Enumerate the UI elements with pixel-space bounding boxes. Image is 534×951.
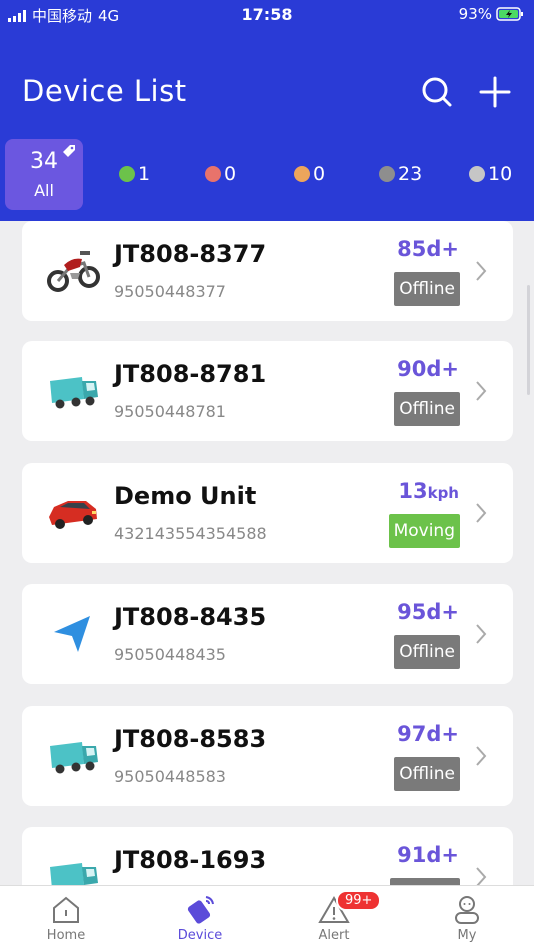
- device-name: JT808-8377: [114, 240, 267, 268]
- status-badge: [390, 878, 460, 885]
- tab-red-count: 0: [224, 163, 237, 185]
- navigation-arrow-icon: [54, 616, 90, 652]
- battery-label: 93%: [458, 5, 492, 23]
- status-filter-tabs: 34 All 1 0 0 23 10: [0, 139, 534, 211]
- device-duration: 97d+: [397, 722, 459, 746]
- device-card[interactable]: JT808-8435 95050448435 95d+ Offline: [22, 584, 513, 684]
- tab-orange-count: 0: [313, 163, 326, 185]
- chevron-right-icon: [476, 624, 487, 644]
- device-card[interactable]: JT808-8781 95050448781 90d+ Offline: [22, 341, 513, 441]
- bottom-nav: Home Device 99+ Alert My: [0, 885, 534, 951]
- device-imei: 95050448435: [114, 645, 226, 664]
- battery-icon: [496, 7, 523, 21]
- device-name: JT808-8435: [114, 603, 267, 631]
- motorcycle-icon: [47, 251, 100, 292]
- device-duration: 91d+: [397, 843, 459, 867]
- nav-alert-label: Alert: [318, 928, 350, 943]
- device-card[interactable]: Demo Unit 432143554354588 13kph Moving: [22, 463, 513, 563]
- status-dot-gray: [379, 166, 395, 182]
- device-imei: 95050448781: [114, 402, 226, 421]
- status-dot-green: [119, 166, 135, 182]
- device-imei: 95050448583: [114, 767, 226, 786]
- nav-home-label: Home: [46, 928, 86, 943]
- nav-home[interactable]: Home: [26, 886, 106, 951]
- alert-count-badge: 99+: [336, 890, 382, 911]
- device-card[interactable]: JT808-8583 95050448583 97d+ Offline: [22, 706, 513, 806]
- device-duration: 85d+: [397, 237, 459, 261]
- device-card[interactable]: JT808-8377 95050448377 85d+ Offline: [22, 221, 513, 321]
- status-badge: Offline: [394, 757, 460, 791]
- chevron-right-icon: [476, 503, 487, 523]
- device-name: JT808-8781: [114, 360, 267, 388]
- truck-icon: [50, 377, 98, 409]
- nav-my[interactable]: My: [427, 886, 507, 951]
- user-icon: [455, 896, 479, 924]
- device-card[interactable]: JT808-1693 91d+: [22, 827, 513, 885]
- status-dot-orange: [294, 166, 310, 182]
- tab-all-label: All: [34, 181, 54, 200]
- device-imei: 432143554354588: [114, 524, 267, 543]
- device-duration: 90d+: [397, 357, 459, 381]
- car-icon: [49, 501, 97, 529]
- chevron-right-icon: [476, 867, 487, 885]
- tab-green-count: 1: [138, 163, 151, 185]
- device-list: JT808-8377 95050448377 85d+ Offline JT80…: [0, 221, 534, 885]
- nav-device[interactable]: Device: [160, 886, 240, 951]
- tab-green[interactable]: 1: [119, 163, 150, 185]
- home-icon: [53, 896, 79, 923]
- nav-device-label: Device: [177, 928, 223, 943]
- nav-my-label: My: [457, 928, 477, 943]
- device-name: JT808-8583: [114, 725, 267, 753]
- nav-alert[interactable]: 99+ Alert: [294, 886, 382, 951]
- tab-light-gray-count: 10: [488, 163, 513, 185]
- status-badge: Moving: [388, 514, 460, 548]
- chevron-right-icon: [476, 381, 487, 401]
- truck-icon: [50, 863, 98, 885]
- tab-gray-count: 23: [398, 163, 423, 185]
- search-icon[interactable]: [421, 76, 453, 108]
- device-name: Demo Unit: [114, 482, 257, 510]
- status-badge: Offline: [394, 635, 460, 669]
- device-icon: [187, 896, 214, 924]
- tab-red[interactable]: 0: [205, 163, 236, 185]
- tab-light-gray[interactable]: 10: [469, 163, 512, 185]
- page-title: Device List: [22, 74, 187, 108]
- tab-orange[interactable]: 0: [294, 163, 325, 185]
- scrollbar[interactable]: [527, 285, 530, 395]
- truck-icon: [50, 742, 98, 774]
- tab-gray[interactable]: 23: [379, 163, 422, 185]
- device-duration: 13kph: [398, 479, 459, 503]
- status-dot-light-gray: [469, 166, 485, 182]
- chevron-right-icon: [476, 261, 487, 281]
- device-name: JT808-1693: [114, 846, 267, 874]
- tab-all[interactable]: 34 All: [5, 139, 83, 210]
- chevron-right-icon: [476, 746, 487, 766]
- clock: 17:58: [241, 5, 293, 24]
- device-duration: 95d+: [397, 600, 459, 624]
- status-bar: 中国移动 4G 17:58 93%: [0, 0, 534, 28]
- status-badge: Offline: [394, 392, 460, 426]
- status-dot-red: [205, 166, 221, 182]
- status-badge: Offline: [394, 272, 460, 306]
- app-header: 中国移动 4G 17:58 93% Device List 34 All 1 0…: [0, 0, 534, 221]
- add-icon[interactable]: [479, 76, 511, 108]
- tab-all-count: 34: [30, 149, 58, 174]
- device-imei: 95050448377: [114, 282, 226, 301]
